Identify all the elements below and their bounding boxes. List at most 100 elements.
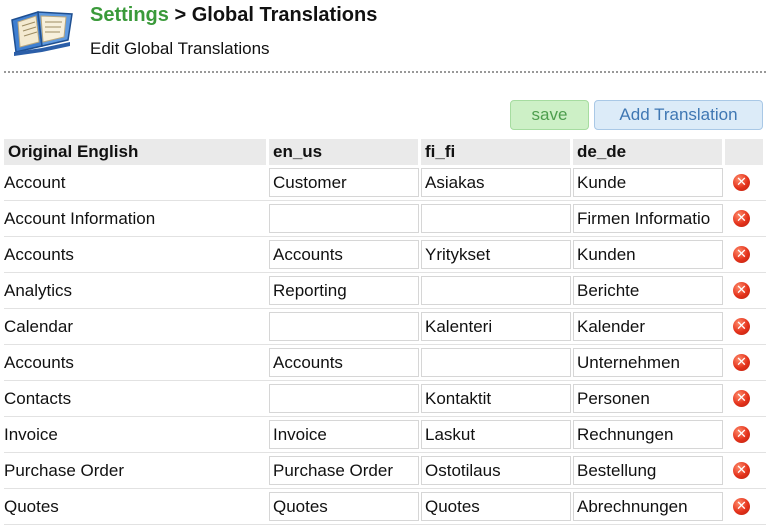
save-button[interactable]: save bbox=[510, 100, 589, 130]
delete-x-icon[interactable]: ✕ bbox=[733, 318, 750, 335]
original-english-cell: Accounts bbox=[4, 237, 269, 273]
translation-cell-en-us bbox=[269, 417, 421, 453]
delete-x-icon[interactable]: ✕ bbox=[733, 354, 750, 371]
page-title: Settings > Global Translations bbox=[90, 4, 377, 27]
translation-input-fi-fi[interactable] bbox=[421, 276, 571, 305]
translation-cell-en-us bbox=[269, 309, 421, 345]
translation-cell-en-us bbox=[269, 201, 421, 237]
table-row: Account ✕ bbox=[4, 165, 766, 201]
translation-cell-de-de bbox=[573, 309, 725, 345]
page-header: Settings > Global Translations Edit Glob… bbox=[0, 0, 768, 76]
row-actions-cell: ✕ bbox=[725, 237, 766, 273]
translation-input-fi-fi[interactable] bbox=[421, 240, 571, 269]
translation-input-de-de[interactable] bbox=[573, 456, 723, 485]
translation-input-de-de[interactable] bbox=[573, 276, 723, 305]
translation-cell-en-us bbox=[269, 381, 421, 417]
translation-cell-en-us bbox=[269, 489, 421, 525]
translation-input-de-de[interactable] bbox=[573, 168, 723, 197]
translation-cell-de-de bbox=[573, 453, 725, 489]
delete-x-icon[interactable]: ✕ bbox=[733, 498, 750, 515]
original-english-cell: Contacts bbox=[4, 381, 269, 417]
page-subtitle: Edit Global Translations bbox=[90, 39, 270, 58]
table-row: Invoice ✕ bbox=[4, 417, 766, 453]
translation-input-fi-fi[interactable] bbox=[421, 348, 571, 377]
translation-input-fi-fi[interactable] bbox=[421, 384, 571, 413]
row-actions-cell: ✕ bbox=[725, 489, 766, 525]
table-row: Accounts ✕ bbox=[4, 345, 766, 381]
translation-input-en-us[interactable] bbox=[269, 420, 419, 449]
delete-x-icon[interactable]: ✕ bbox=[733, 426, 750, 443]
translation-input-en-us[interactable] bbox=[269, 168, 419, 197]
translation-input-en-us[interactable] bbox=[269, 348, 419, 377]
translation-input-en-us[interactable] bbox=[269, 384, 419, 413]
table-row: Purchase Order ✕ bbox=[4, 453, 766, 489]
translation-input-de-de[interactable] bbox=[573, 384, 723, 413]
open-book-icon bbox=[11, 11, 73, 56]
translation-cell-de-de bbox=[573, 165, 725, 201]
translation-cell-en-us bbox=[269, 165, 421, 201]
translation-input-fi-fi[interactable] bbox=[421, 456, 571, 485]
translation-cell-fi-fi bbox=[421, 273, 573, 309]
original-english-cell: Invoice bbox=[4, 417, 269, 453]
original-english-cell: Calendar bbox=[4, 309, 269, 345]
translations-table: Original English en_us fi_fi de_de Accou… bbox=[4, 139, 766, 525]
original-english-cell: Accounts bbox=[4, 345, 269, 381]
translation-cell-en-us bbox=[269, 273, 421, 309]
original-english-cell: Quotes bbox=[4, 489, 269, 525]
translation-input-fi-fi[interactable] bbox=[421, 312, 571, 341]
translation-input-de-de[interactable] bbox=[573, 240, 723, 269]
translation-input-de-de[interactable] bbox=[573, 312, 723, 341]
table-row: Calendar ✕ bbox=[4, 309, 766, 345]
translation-cell-fi-fi bbox=[421, 237, 573, 273]
translation-cell-en-us bbox=[269, 453, 421, 489]
translation-input-fi-fi[interactable] bbox=[421, 420, 571, 449]
table-row: Accounts ✕ bbox=[4, 237, 766, 273]
translation-input-de-de[interactable] bbox=[573, 420, 723, 449]
row-actions-cell: ✕ bbox=[725, 417, 766, 453]
row-actions-cell: ✕ bbox=[725, 201, 766, 237]
row-actions-cell: ✕ bbox=[725, 381, 766, 417]
row-actions-cell: ✕ bbox=[725, 309, 766, 345]
breadcrumb-settings-link[interactable]: Settings bbox=[90, 4, 169, 26]
translation-input-en-us[interactable] bbox=[269, 240, 419, 269]
row-actions-cell: ✕ bbox=[725, 165, 766, 201]
translation-input-en-us[interactable] bbox=[269, 276, 419, 305]
translation-cell-fi-fi bbox=[421, 381, 573, 417]
delete-x-icon[interactable]: ✕ bbox=[733, 174, 750, 191]
row-actions-cell: ✕ bbox=[725, 453, 766, 489]
translation-cell-de-de bbox=[573, 417, 725, 453]
translation-input-fi-fi[interactable] bbox=[421, 204, 571, 233]
original-english-cell: Account Information bbox=[4, 201, 269, 237]
translation-cell-fi-fi bbox=[421, 201, 573, 237]
column-header-original: Original English bbox=[4, 139, 269, 165]
header-divider bbox=[4, 71, 766, 73]
translation-cell-fi-fi bbox=[421, 165, 573, 201]
translation-cell-de-de bbox=[573, 201, 725, 237]
translation-cell-fi-fi bbox=[421, 489, 573, 525]
translation-cell-de-de bbox=[573, 273, 725, 309]
delete-x-icon[interactable]: ✕ bbox=[733, 246, 750, 263]
original-english-cell: Purchase Order bbox=[4, 453, 269, 489]
table-row: Account Information ✕ bbox=[4, 201, 766, 237]
translation-cell-de-de bbox=[573, 489, 725, 525]
table-header-row: Original English en_us fi_fi de_de bbox=[4, 139, 766, 165]
delete-x-icon[interactable]: ✕ bbox=[733, 390, 750, 407]
add-translation-button[interactable]: Add Translation bbox=[594, 100, 763, 130]
column-header-fi-fi: fi_fi bbox=[421, 139, 573, 165]
column-header-en-us: en_us bbox=[269, 139, 421, 165]
translation-input-fi-fi[interactable] bbox=[421, 168, 571, 197]
delete-x-icon[interactable]: ✕ bbox=[733, 210, 750, 227]
translation-cell-en-us bbox=[269, 345, 421, 381]
translation-input-en-us[interactable] bbox=[269, 456, 419, 485]
translation-cell-fi-fi bbox=[421, 309, 573, 345]
delete-x-icon[interactable]: ✕ bbox=[733, 282, 750, 299]
translation-input-de-de[interactable] bbox=[573, 204, 723, 233]
translation-input-de-de[interactable] bbox=[573, 348, 723, 377]
translation-cell-de-de bbox=[573, 237, 725, 273]
table-row: Analytics ✕ bbox=[4, 273, 766, 309]
delete-x-icon[interactable]: ✕ bbox=[733, 462, 750, 479]
translation-cell-fi-fi bbox=[421, 453, 573, 489]
translation-input-en-us[interactable] bbox=[269, 312, 419, 341]
translation-input-en-us[interactable] bbox=[269, 204, 419, 233]
original-english-cell: Analytics bbox=[4, 273, 269, 309]
